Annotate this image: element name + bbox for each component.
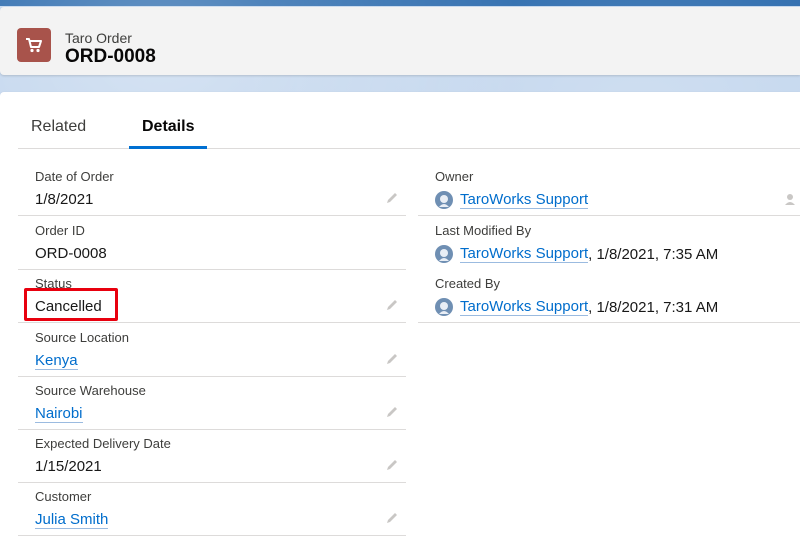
field-value: TaroWorks Support , 1/8/2021, 7:31 AM [435,298,718,316]
field-date-of-order: Date of Order 1/8/2021 [18,162,406,216]
user-avatar-icon [435,298,453,316]
tab-related[interactable]: Related [18,118,99,146]
edit-pencil-icon[interactable] [384,457,400,473]
field-label: Date of Order [35,169,114,184]
edit-pencil-icon[interactable] [384,297,400,313]
edit-pencil-icon[interactable] [384,404,400,420]
field-last-modified-by: Last Modified By TaroWorks Support , 1/8… [418,216,800,269]
field-source-location: Source Location Kenya [18,323,406,377]
field-owner: Owner TaroWorks Support [418,162,800,216]
field-value: Julia Smith [35,511,109,529]
field-value: Kenya [35,352,78,370]
last-modified-timestamp: , 1/8/2021, 7:35 AM [588,245,719,263]
edit-pencil-icon[interactable] [384,510,400,526]
object-type-label: Taro Order [65,30,132,46]
source-warehouse-link[interactable]: Nairobi [35,405,83,423]
field-value: TaroWorks Support [435,191,589,209]
field-order-id: Order ID ORD-0008 [18,216,406,270]
owner-link[interactable]: TaroWorks Support [460,191,589,209]
field-source-warehouse: Source Warehouse Nairobi [18,376,406,430]
field-expected-delivery-date: Expected Delivery Date 1/15/2021 [18,429,406,483]
field-label: Source Location [35,330,129,345]
field-label: Created By [435,276,501,291]
field-value: 1/15/2021 [35,458,102,475]
created-by-link[interactable]: TaroWorks Support [460,298,589,316]
shopping-cart-icon [17,28,51,62]
record-detail-card: Related Details Date of Order 1/8/2021 O… [0,92,800,542]
created-timestamp: , 1/8/2021, 7:31 AM [588,298,719,316]
last-modified-by-link[interactable]: TaroWorks Support [460,245,589,263]
tab-details[interactable]: Details [129,118,208,149]
user-avatar-icon [435,245,453,263]
change-owner-icon[interactable] [784,192,798,206]
field-value: TaroWorks Support , 1/8/2021, 7:35 AM [435,245,718,263]
field-label: Expected Delivery Date [35,436,171,451]
field-customer: Customer Julia Smith [18,482,406,536]
status-highlight-box [24,288,118,321]
field-value: Nairobi [35,405,83,423]
user-avatar-icon [435,191,453,209]
field-label: Order ID [35,223,85,238]
field-value: ORD-0008 [35,245,107,262]
record-header: Taro Order ORD-0008 [0,7,800,75]
edit-pencil-icon[interactable] [384,190,400,206]
customer-link[interactable]: Julia Smith [35,511,109,529]
field-value: 1/8/2021 [35,191,94,208]
source-location-link[interactable]: Kenya [35,352,78,370]
field-label: Last Modified By [435,223,532,238]
field-label: Customer [35,489,92,504]
tab-bar: Related Details [18,92,800,149]
edit-pencil-icon[interactable] [384,351,400,367]
field-label: Owner [435,169,474,184]
field-label: Source Warehouse [35,383,146,398]
record-title: ORD-0008 [65,46,156,67]
field-created-by: Created By TaroWorks Support , 1/8/2021,… [418,269,800,323]
